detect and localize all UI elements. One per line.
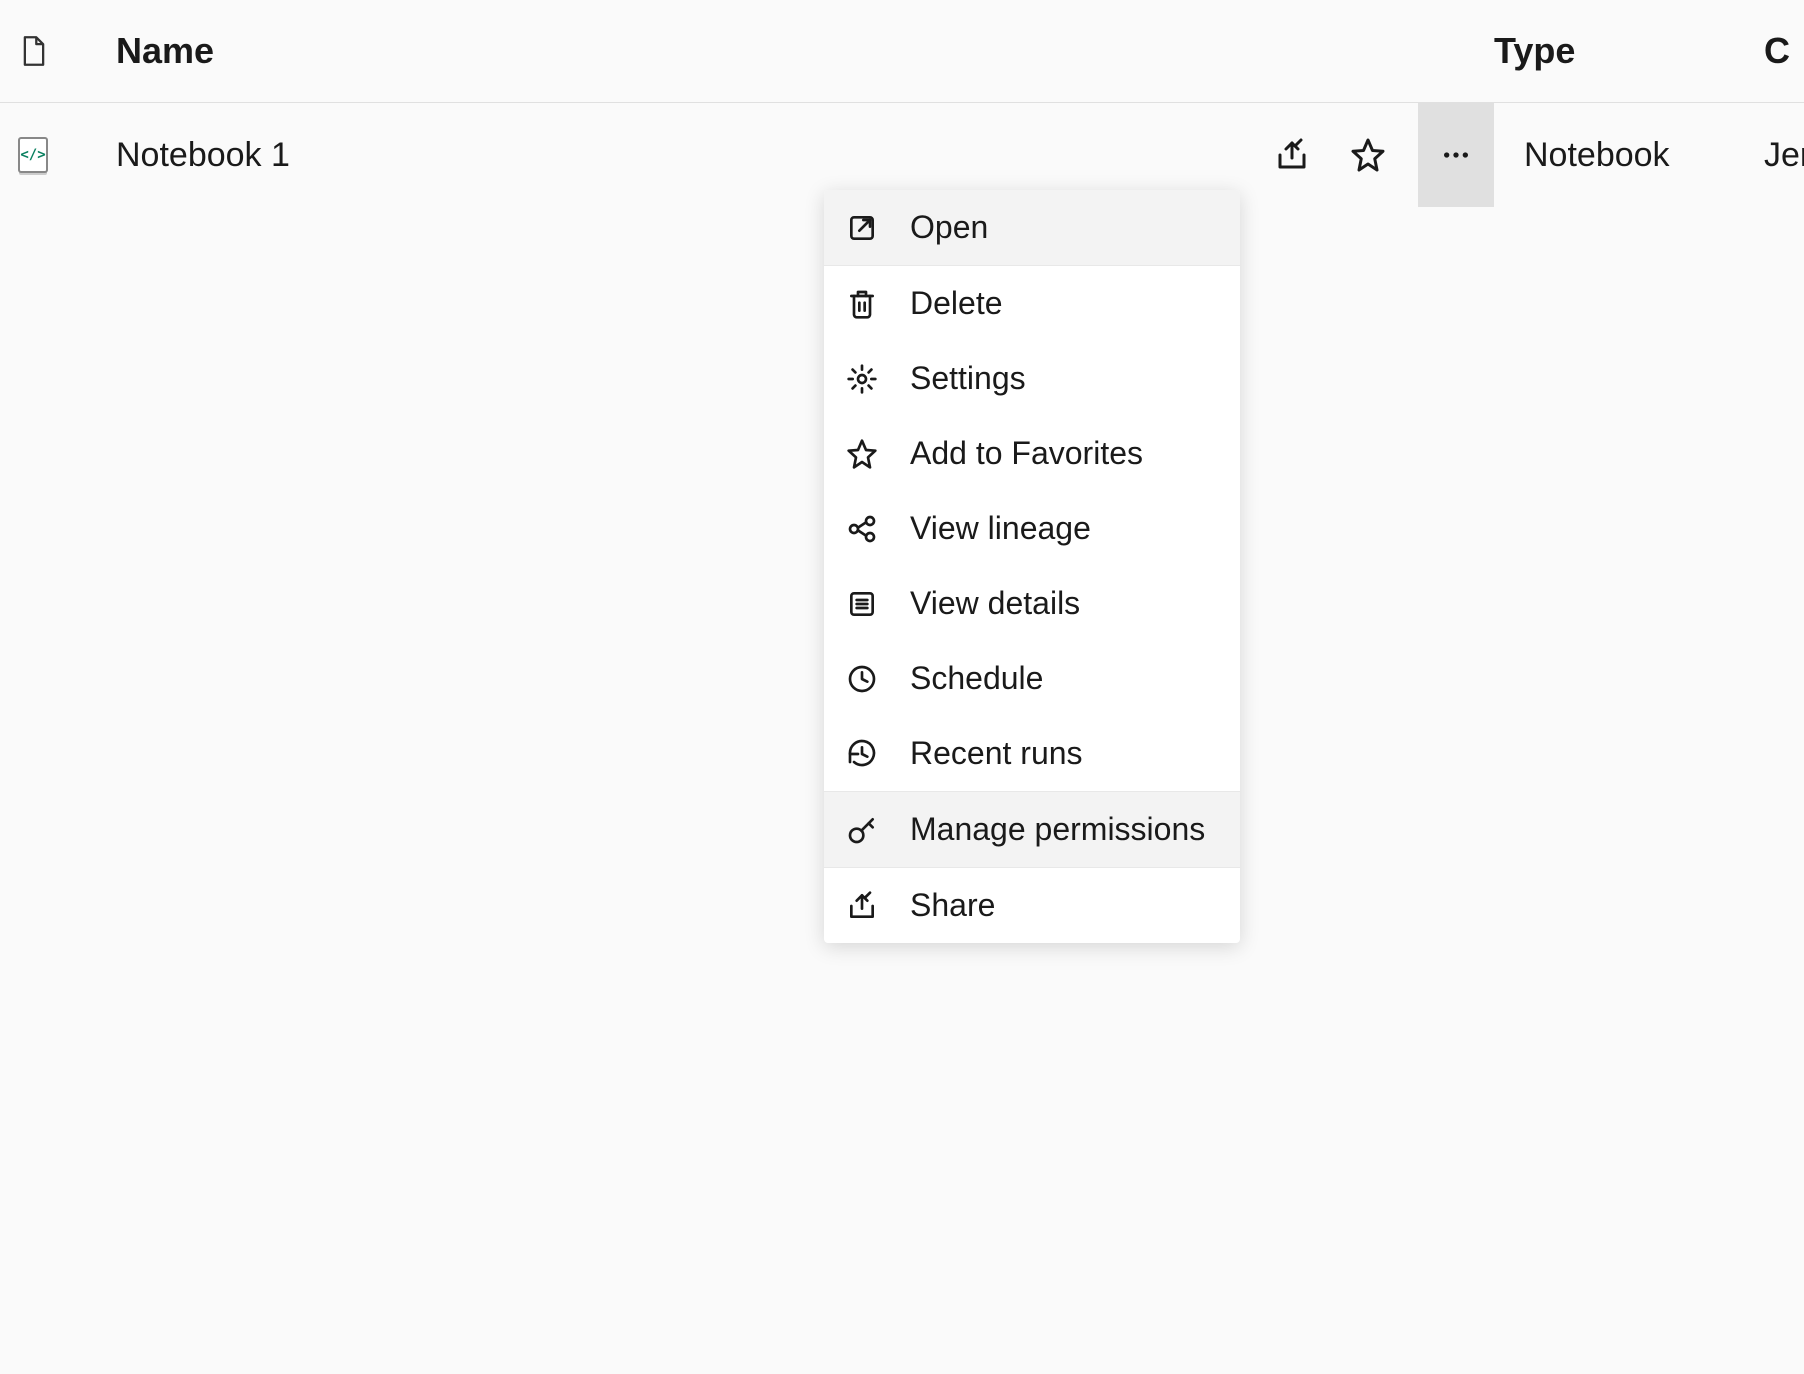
lineage-icon <box>844 511 880 547</box>
row-type: Notebook <box>1494 136 1764 175</box>
menu-item-recent-runs[interactable]: Recent runs <box>824 716 1240 791</box>
notebook-icon: </> <box>18 137 48 173</box>
table-header: Name Type C <box>0 0 1804 103</box>
column-header-type[interactable]: Type <box>1494 30 1764 72</box>
gear-icon <box>844 361 880 397</box>
column-header-name[interactable]: Name <box>116 30 1494 72</box>
file-icon <box>20 35 48 67</box>
menu-item-share[interactable]: Share <box>824 868 1240 943</box>
context-menu: Open Delete Settings Ad <box>824 190 1240 943</box>
row-partial: Jer <box>1764 136 1804 175</box>
menu-item-schedule[interactable]: Schedule <box>824 641 1240 716</box>
menu-label: Delete <box>910 285 1003 322</box>
menu-item-favorites[interactable]: Add to Favorites <box>824 416 1240 491</box>
row-name[interactable]: Notebook 1 <box>116 136 1272 175</box>
row-actions <box>1272 135 1418 175</box>
menu-label: View details <box>910 585 1080 622</box>
share-button[interactable] <box>1272 135 1312 175</box>
trash-icon <box>844 286 880 322</box>
more-horizontal-icon <box>1440 139 1472 171</box>
key-icon <box>844 812 880 848</box>
menu-item-open[interactable]: Open <box>824 190 1240 265</box>
share-icon <box>1274 137 1310 173</box>
row-icon-column: </> <box>0 137 116 173</box>
menu-label: Manage permissions <box>910 811 1205 848</box>
column-header-partial[interactable]: C <box>1764 30 1804 72</box>
star-icon <box>1350 137 1386 173</box>
row-name-text: Notebook 1 <box>116 136 290 175</box>
history-icon <box>844 736 880 772</box>
menu-label: View lineage <box>910 510 1091 547</box>
clock-icon <box>844 661 880 697</box>
favorite-button[interactable] <box>1348 135 1388 175</box>
menu-label: Recent runs <box>910 735 1083 772</box>
menu-label: Settings <box>910 360 1026 397</box>
menu-item-details[interactable]: View details <box>824 566 1240 641</box>
header-icon-column <box>0 35 116 67</box>
menu-label: Open <box>910 209 988 246</box>
menu-label: Schedule <box>910 660 1043 697</box>
menu-item-settings[interactable]: Settings <box>824 341 1240 416</box>
menu-item-lineage[interactable]: View lineage <box>824 491 1240 566</box>
details-icon <box>844 586 880 622</box>
more-options-button[interactable] <box>1418 103 1494 207</box>
share-icon <box>844 888 880 924</box>
open-external-icon <box>844 210 880 246</box>
star-icon <box>844 436 880 472</box>
menu-label: Add to Favorites <box>910 435 1143 472</box>
file-table: Name Type C </> Notebook 1 <box>0 0 1804 207</box>
menu-item-permissions[interactable]: Manage permissions <box>824 792 1240 867</box>
menu-item-delete[interactable]: Delete <box>824 266 1240 341</box>
menu-label: Share <box>910 887 995 924</box>
